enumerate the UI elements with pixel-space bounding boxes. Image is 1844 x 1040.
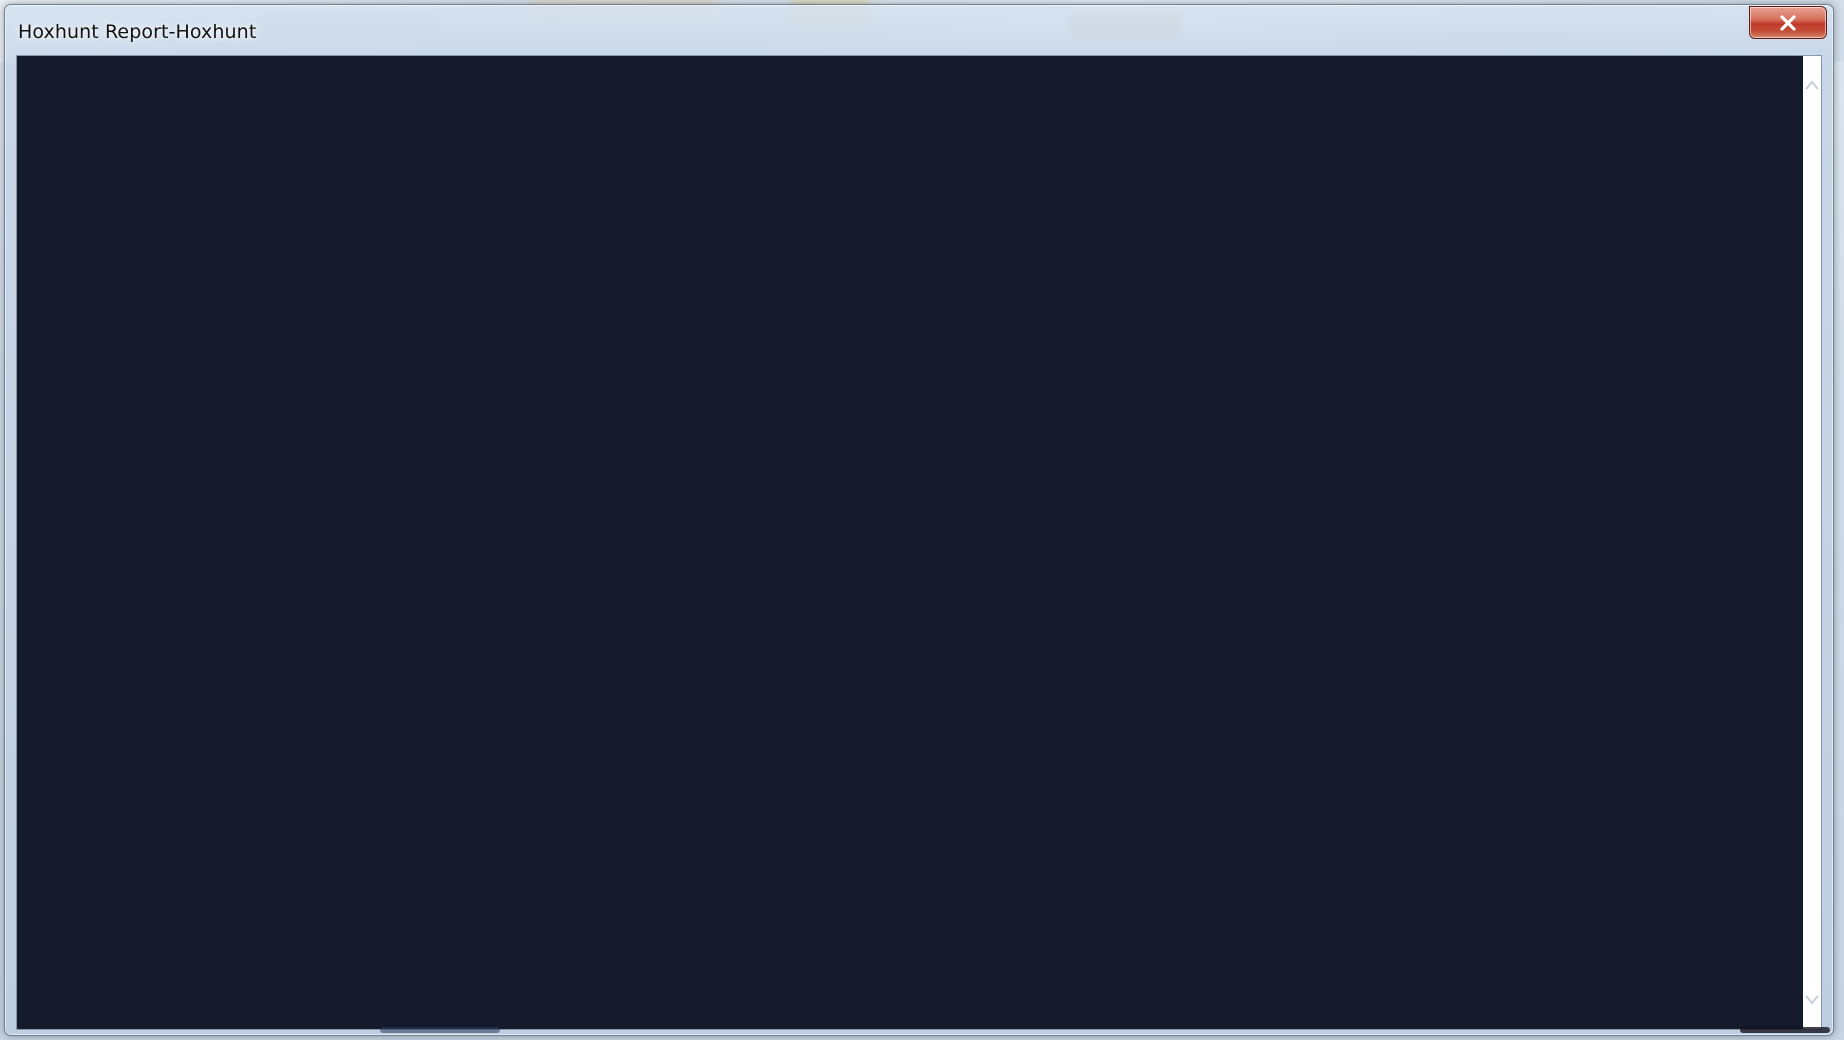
chevron-down-icon [1805,995,1819,1005]
report-content[interactable] [17,56,1803,1029]
close-icon [1780,14,1796,31]
title-bar[interactable]: Hoxhunt Report-Hoxhunt [5,5,1833,55]
dialog-window: Hoxhunt Report-Hoxhunt [4,4,1834,1036]
background-scroll-hint [1740,1027,1830,1033]
scroll-up-button[interactable] [1803,74,1821,96]
report-frame [16,55,1822,1030]
vertical-scrollbar[interactable] [1803,56,1821,1029]
close-button[interactable] [1749,6,1827,39]
chevron-up-icon [1805,80,1819,90]
scroll-down-button[interactable] [1803,989,1821,1011]
window-title: Hoxhunt Report-Hoxhunt [18,21,257,43]
background-scroll-hint [380,1027,500,1033]
